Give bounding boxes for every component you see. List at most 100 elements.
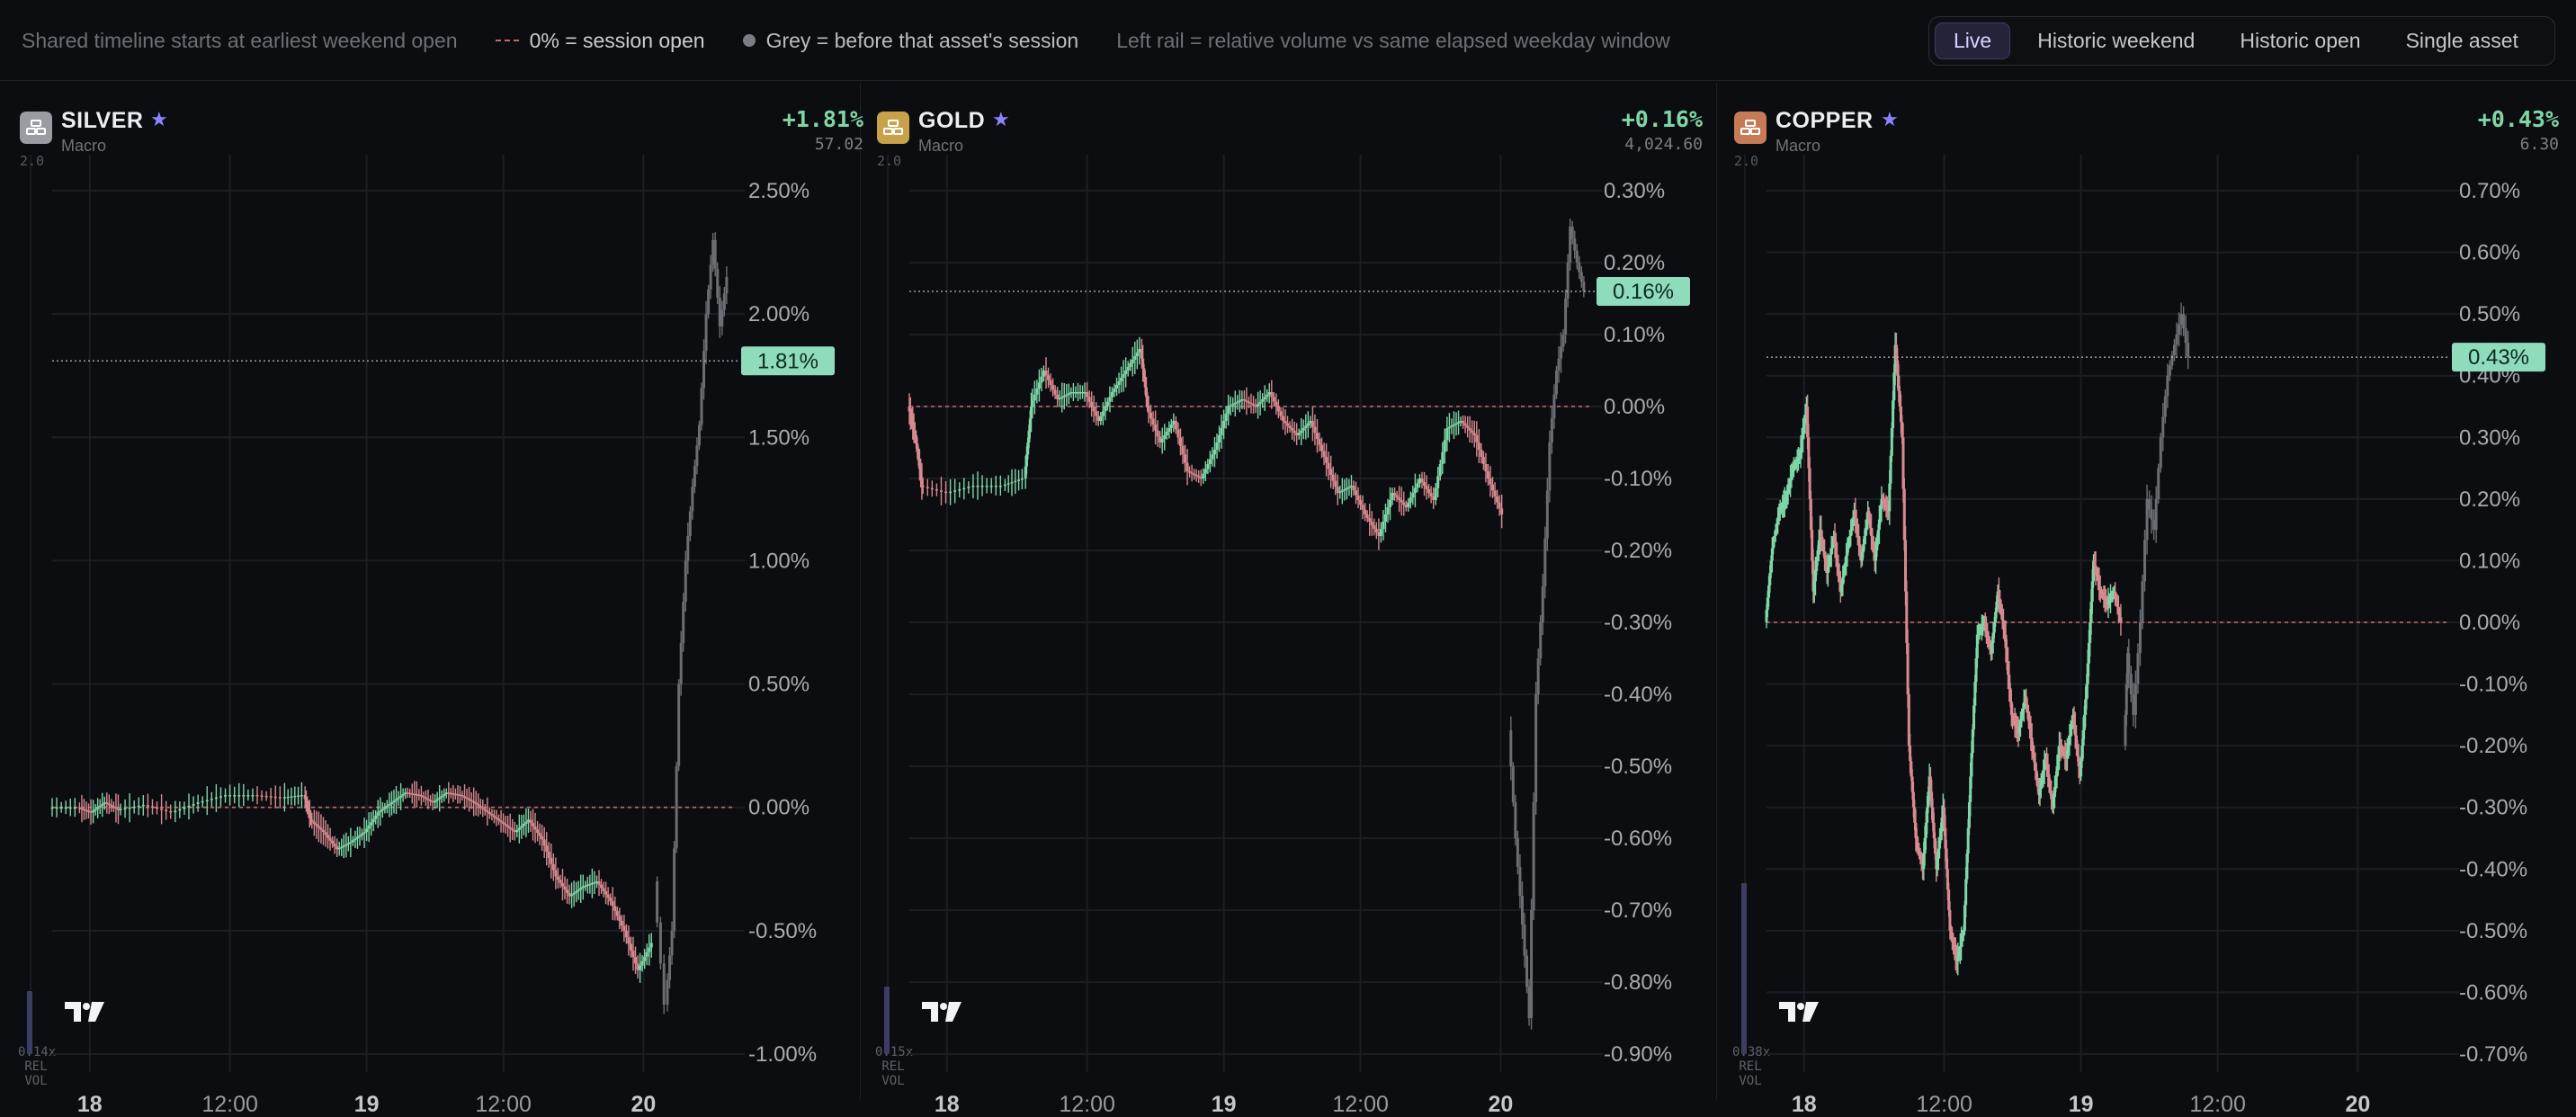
candle-body (1434, 487, 1437, 500)
candle-body (511, 828, 514, 831)
candle-body (563, 886, 567, 890)
candle-body (1340, 490, 1344, 492)
candle-body (926, 487, 929, 488)
asset-name[interactable]: GOLD (918, 108, 985, 134)
candle-body (112, 806, 115, 808)
candle-body (380, 809, 384, 811)
candle-body (551, 863, 555, 871)
x-tick-label: 20 (631, 1092, 656, 1117)
mode-historic-open-button[interactable]: Historic open (2222, 22, 2378, 59)
candle-body (169, 810, 173, 813)
candle-body (1347, 487, 1351, 488)
star-icon[interactable]: ★ (150, 108, 168, 131)
candle-body (365, 828, 369, 833)
candle-body (192, 804, 195, 806)
candle-body (1215, 442, 1219, 450)
tradingview-logo-icon[interactable] (63, 1000, 106, 1023)
candle-body (1193, 473, 1196, 476)
candle-body (529, 819, 532, 824)
candle-body (560, 882, 564, 887)
candle-body (1325, 457, 1328, 463)
candle-body (290, 796, 293, 798)
candle-body (935, 489, 938, 491)
candle-body (1062, 396, 1066, 398)
candle-body (355, 836, 359, 839)
candle-body (1500, 508, 1504, 514)
relative-volume-rail (27, 155, 34, 1054)
legend-session-open: 0% = session open (495, 29, 705, 53)
candle-body (1484, 464, 1488, 471)
candle-body (2184, 328, 2187, 344)
candle-body (1906, 642, 1910, 694)
current-price-label: 0.16% (1613, 280, 1674, 304)
y-tick-label: -0.60% (1604, 827, 1672, 851)
mode-live-button[interactable]: Live (1935, 22, 2011, 59)
last-price: 57.02 (814, 135, 863, 154)
candle-body (1245, 400, 1248, 402)
candle-body (1471, 430, 1474, 433)
candle-body (648, 947, 651, 952)
candle-body (1095, 411, 1098, 416)
candle-body (1425, 486, 1428, 489)
candle-body (1382, 522, 1385, 529)
relative-volume-rail (1741, 155, 1749, 1054)
candle-body (1058, 398, 1061, 400)
candle-body (613, 906, 617, 911)
candle-body (1184, 454, 1187, 463)
price-chart[interactable]: 2.50% 2.00% 1.50% 1.00% 0.50% 0.00% -0.50% -1.0… (45, 155, 863, 1117)
candle-body (720, 309, 724, 326)
candle-body (470, 800, 473, 801)
mode-historic-weekend-button[interactable]: Historic weekend (2019, 22, 2213, 59)
candle-body (1300, 430, 1303, 433)
candle-body (1560, 346, 1563, 359)
tradingview-logo-icon[interactable] (920, 1000, 963, 1023)
y-tick-label: 0.50% (748, 673, 809, 697)
candle-body (939, 490, 943, 492)
candle-body (1395, 495, 1399, 498)
candle-body (517, 827, 521, 830)
y-tick-label: 2.00% (748, 302, 809, 326)
candle-body (1236, 401, 1239, 404)
candle-body (570, 894, 574, 897)
mode-single-asset-button[interactable]: Single asset (2388, 22, 2536, 59)
current-price-label: 0.43% (2468, 345, 2529, 370)
candle-body (1343, 489, 1346, 491)
candle-body (1099, 416, 1103, 421)
price-chart[interactable]: 0.70%0.60%0.50%0.40%0.30%0.20%0.10%0.00%… (1759, 155, 2559, 1117)
candle-body (520, 826, 523, 828)
asset-name[interactable]: COPPER (1775, 108, 1874, 134)
candle-body (1135, 353, 1139, 356)
x-tick-label: 19 (354, 1092, 380, 1117)
candle-body (545, 845, 549, 853)
mode-switch: Live Historic weekend Historic open Sing… (1928, 16, 2555, 66)
price-chart[interactable]: 0.30% 0.20% 0.10% 0.00% -0.10% -0.20% -0.30% -0… (902, 155, 1703, 1117)
candle-body (1407, 502, 1410, 507)
candle-body (242, 795, 246, 797)
star-icon[interactable]: ★ (1881, 108, 1899, 131)
star-icon[interactable]: ★ (992, 108, 1010, 131)
candle-body (1554, 371, 1558, 395)
candle-body (1124, 371, 1128, 374)
volume-fill (884, 987, 890, 1054)
x-tick-label: 18 (77, 1092, 103, 1117)
candle-body (643, 956, 647, 961)
candle-body (474, 802, 478, 805)
candle-body (1541, 586, 1544, 622)
asset-name[interactable]: SILVER (61, 108, 143, 134)
asset-panel-gold: GOLD ★ Macro +0.16% 4,024.60 2.0 0.15x REL… (875, 83, 1703, 1117)
tradingview-logo-icon[interactable] (1777, 1000, 1820, 1023)
x-tick-label: 12:00 (1059, 1092, 1115, 1117)
candle-body (1051, 385, 1055, 390)
candle-body (73, 807, 76, 809)
candle-body (722, 293, 726, 310)
candle-body (2127, 653, 2131, 675)
candle-body (1536, 658, 1540, 694)
x-tick-label: 20 (1488, 1092, 1513, 1117)
candle-body (119, 809, 122, 811)
candle-body (1329, 469, 1333, 475)
candle-body (1284, 421, 1287, 424)
candle-body (1208, 459, 1212, 464)
candle-body (1263, 397, 1266, 399)
candle-body (1304, 425, 1308, 428)
legend-timeline: Shared timeline starts at earliest weeke… (22, 29, 458, 53)
